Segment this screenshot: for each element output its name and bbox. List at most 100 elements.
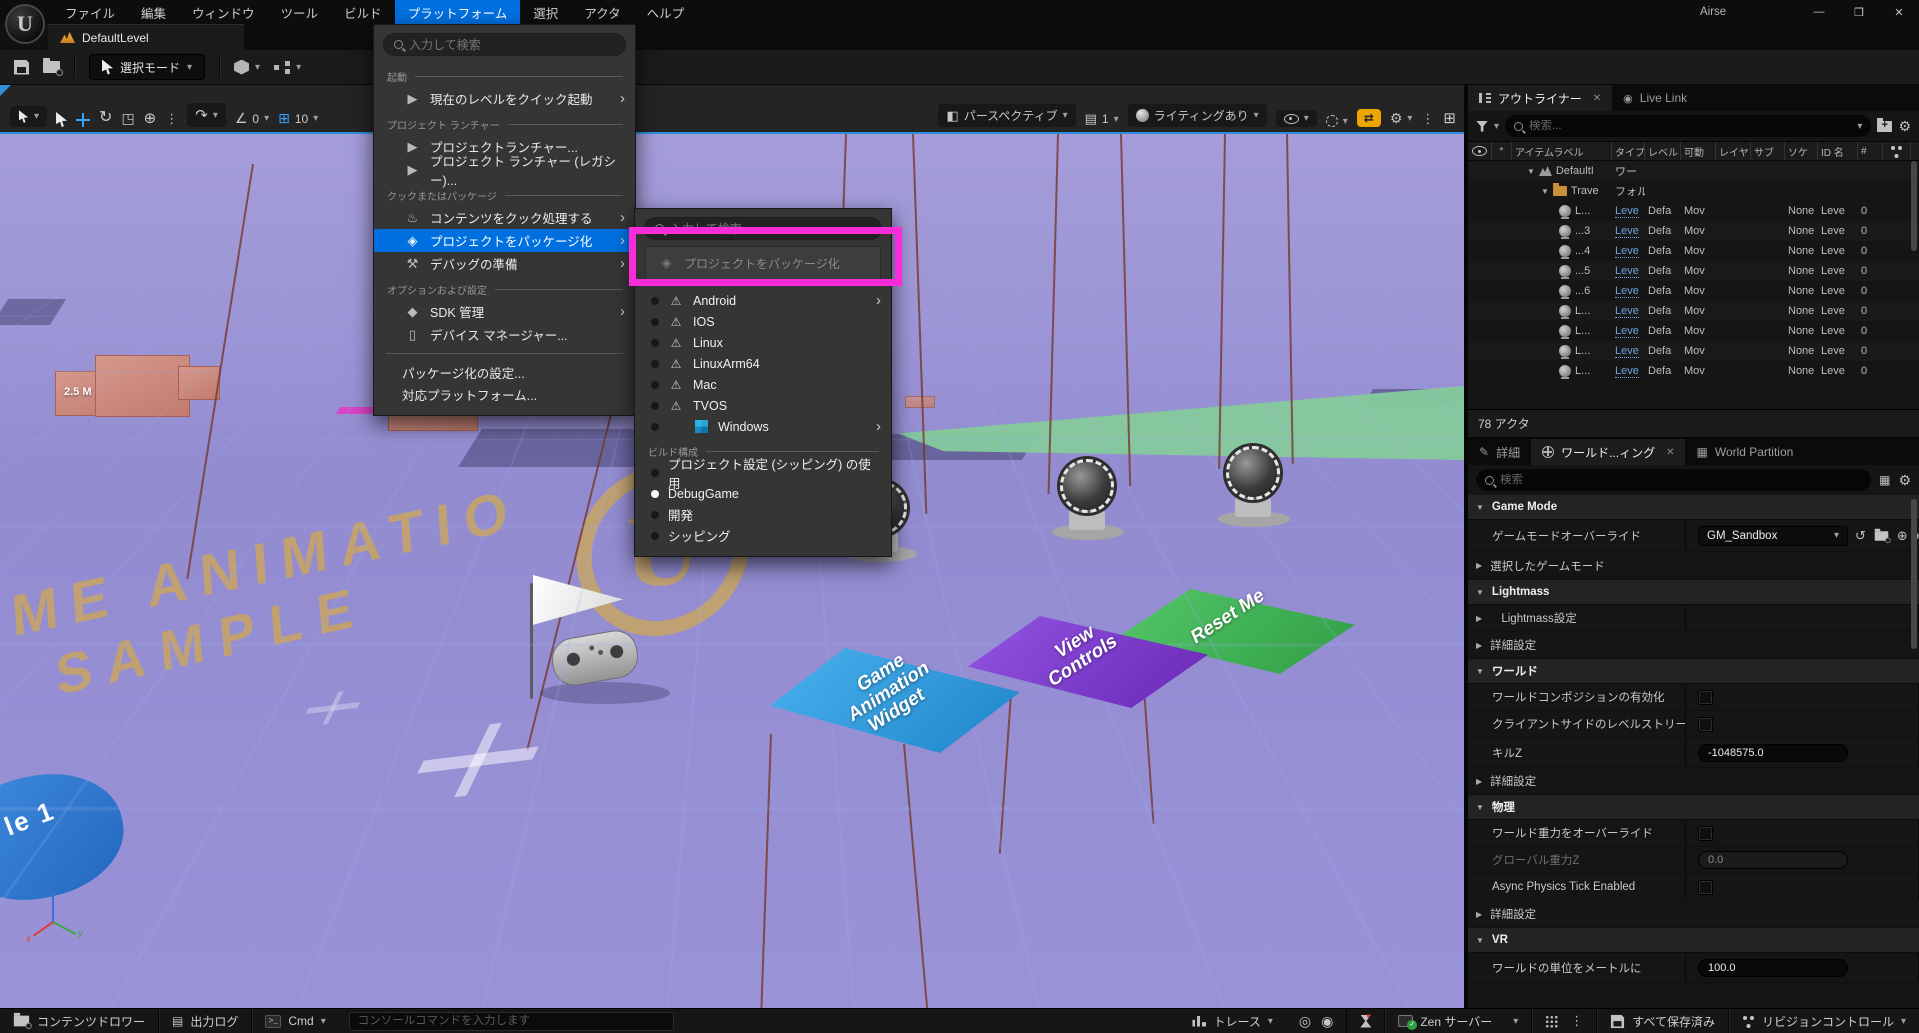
maximize-viewport-button[interactable]: ⊞ [1443, 109, 1456, 127]
outliner-actor-row[interactable]: ...4 Leve Defa Mov None Leve 0 [1468, 241, 1919, 261]
outliner-actor-row[interactable]: ...3 Leve Defa Mov None Leve 0 [1468, 221, 1919, 241]
snap-rotate-dropdown[interactable]: ↷▾ [187, 103, 226, 127]
type-link[interactable]: Leve [1615, 325, 1639, 338]
outliner-actor-row[interactable]: L... Leve Defa Mov None Leve 0 [1468, 201, 1919, 221]
menu-item-cook-package[interactable]: ◈ プロジェクトをパッケージ化› [374, 229, 635, 252]
section-world[interactable]: ▼ワールド [1468, 659, 1919, 684]
browse-icon[interactable] [1875, 531, 1889, 541]
tab-default-level[interactable]: DefaultLevel [48, 24, 244, 50]
column-count[interactable]: # [1858, 142, 1883, 160]
details-settings-icon[interactable]: ⚙ [1898, 472, 1911, 489]
menubar-item[interactable]: アクタ [571, 0, 633, 24]
menu-search-input[interactable] [409, 38, 615, 52]
camera-speed-button[interactable]: ⇄ [1357, 109, 1381, 127]
column-item-label[interactable]: アイテムラベル [1512, 142, 1612, 160]
outliner-actor-row[interactable]: L... Leve Defa Mov None Leve 0 [1468, 361, 1919, 381]
platform-game-animation-widget[interactable]: Game Animation Widget [770, 648, 1020, 753]
tab-world-settings[interactable]: ワールド...ィング ✕ [1531, 439, 1685, 465]
menu-item-option[interactable]: ▯ デバイス マネージャー... [374, 323, 635, 346]
column-socket[interactable]: ソケ [1785, 142, 1818, 160]
viewport-settings-dropdown[interactable]: ⚙▾ [1390, 110, 1413, 127]
maximize-button[interactable]: ❒ [1839, 0, 1879, 24]
menu-search[interactable] [383, 33, 626, 56]
type-link[interactable]: Leve [1615, 245, 1639, 258]
menu-item-platform[interactable]: ⚠ Mac [635, 374, 891, 395]
type-link[interactable]: Leve [1615, 265, 1639, 278]
save-status-button[interactable]: すべて保存済み [1597, 1009, 1729, 1033]
column-visibility[interactable] [1468, 142, 1492, 160]
column-link[interactable] [1883, 142, 1911, 160]
menubar-item[interactable]: 選択 [520, 0, 571, 24]
revision-control-dropdown[interactable]: リビジョンコントロール▾ [1729, 1009, 1919, 1033]
effects-dropdown[interactable]: ▾ [1326, 115, 1348, 127]
details-scrollbar[interactable] [1911, 499, 1917, 649]
outliner-settings-icon[interactable]: ⚙ [1898, 118, 1911, 135]
game-mode-override-dropdown[interactable]: GM_Sandbox▾ [1698, 526, 1848, 546]
world-coordinate-button[interactable]: ⊕ [144, 109, 157, 127]
add-icon[interactable]: ⊕ [1897, 528, 1908, 544]
blueprints-button[interactable]: ▾ [274, 61, 301, 73]
type-link[interactable]: Leve [1615, 345, 1639, 358]
menu-item-platform[interactable]: ⚠ TVOS [635, 395, 891, 416]
tab-live-link[interactable]: ◉ Live Link [1612, 85, 1698, 111]
column-type[interactable]: タイプ [1612, 142, 1645, 160]
console-command-dropdown[interactable]: >_ Cmd▾ [252, 1009, 338, 1033]
rotate-tool-button[interactable]: ↻ [99, 107, 112, 127]
menubar-item[interactable]: ウィンドウ [179, 0, 268, 24]
menu-item-platform[interactable]: ⚠ LinuxArm64 [635, 353, 891, 374]
show-flags-dropdown[interactable]: ▾ [1276, 110, 1317, 127]
row-selected-game-mode[interactable]: ▶選択したゲームモード [1468, 552, 1919, 580]
move-tool-button[interactable] [76, 113, 90, 127]
type-link[interactable]: Leve [1615, 225, 1639, 238]
record-icon[interactable]: ◎ [1299, 1013, 1311, 1030]
view-mode-dropdown[interactable]: ライティングあり▾ [1128, 104, 1267, 127]
close-button[interactable]: ✕ [1879, 0, 1919, 24]
outliner-world-row[interactable]: ▼DefaultI ワー [1468, 161, 1919, 181]
menu-item-cook-package[interactable]: ♨ コンテンツをクック処理する› [374, 206, 635, 229]
tab-details[interactable]: ✎ 詳細 [1468, 439, 1531, 465]
outliner-search[interactable]: ▾ [1505, 115, 1871, 137]
filter-chevron-icon[interactable]: ▾ [1494, 121, 1499, 132]
add-actor-button[interactable]: +▾ [234, 60, 260, 75]
outliner-actor-row[interactable]: ...5 Leve Defa Mov None Leve 0 [1468, 261, 1919, 281]
outliner-actor-row[interactable]: L... Leve Defa Mov None Leve 0 [1468, 301, 1919, 321]
outliner-actor-row[interactable]: ...6 Leve Defa Mov None Leve 0 [1468, 281, 1919, 301]
chevron-down-icon[interactable]: ▾ [1857, 121, 1862, 132]
measure-block-actor[interactable] [95, 355, 190, 417]
menubar-item[interactable]: ビルド [331, 0, 395, 24]
console-command-input[interactable] [349, 1012, 674, 1031]
row-lightmass-settings[interactable]: ▶ Lightmass設定 [1468, 605, 1919, 632]
zen-server-dropdown[interactable]: Zen サーバー▾ [1385, 1009, 1532, 1033]
world-composition-checkbox[interactable] [1698, 690, 1713, 705]
measure-block-actor[interactable] [178, 366, 220, 400]
menu-item-build-config[interactable]: 開発 [635, 504, 891, 525]
column-favorite[interactable]: * [1492, 142, 1512, 160]
row-world-advanced[interactable]: ▶詳細設定 [1468, 768, 1919, 795]
tab-world-partition[interactable]: ▦ World Partition [1685, 439, 1804, 465]
menubar-item[interactable]: ツール [268, 0, 332, 24]
menu-item-option[interactable]: ◆ SDK 管理› [374, 300, 635, 323]
close-tab-icon[interactable]: ✕ [1666, 447, 1674, 458]
angle-snap-dropdown[interactable]: ∠0▾ [235, 110, 269, 127]
type-link[interactable]: Leve [1615, 285, 1639, 298]
scale-tool-button[interactable]: ◳ [121, 110, 134, 127]
screen-percentage-dropdown[interactable]: ▤1▾ [1085, 111, 1119, 127]
menu-item-settings-link[interactable]: パッケージ化の設定... [374, 361, 635, 383]
menu-item-platform[interactable]: ⚠ IOS [635, 311, 891, 332]
select-tool-button[interactable] [56, 112, 67, 127]
perspective-dropdown[interactable]: ◧パースペクティブ▾ [938, 104, 1075, 127]
viewport-options-menu[interactable]: ⋮ [1421, 111, 1434, 127]
content-browser-button[interactable] [43, 61, 60, 73]
tab-outliner[interactable]: アウトライナー ✕ [1468, 85, 1612, 111]
filter-icon[interactable] [1476, 121, 1488, 132]
transform-tool-dropdown[interactable]: ▾ [10, 106, 47, 127]
outliner-actor-row[interactable]: L... Leve Defa Mov None Leve 0 [1468, 341, 1919, 361]
menu-item-platform[interactable]: Windows › [635, 416, 891, 437]
section-vr[interactable]: ▼VR [1468, 928, 1919, 953]
section-game-mode[interactable]: ▼Game Mode [1468, 495, 1919, 520]
select-mode-dropdown[interactable]: 選択モード ▾ [89, 54, 205, 80]
task-status-button[interactable] [1346, 1009, 1385, 1033]
menubar-item[interactable]: ヘルプ [634, 0, 698, 24]
menu-item-platform[interactable]: ⚠ Android › [635, 290, 891, 311]
type-link[interactable]: Leve [1615, 305, 1639, 318]
